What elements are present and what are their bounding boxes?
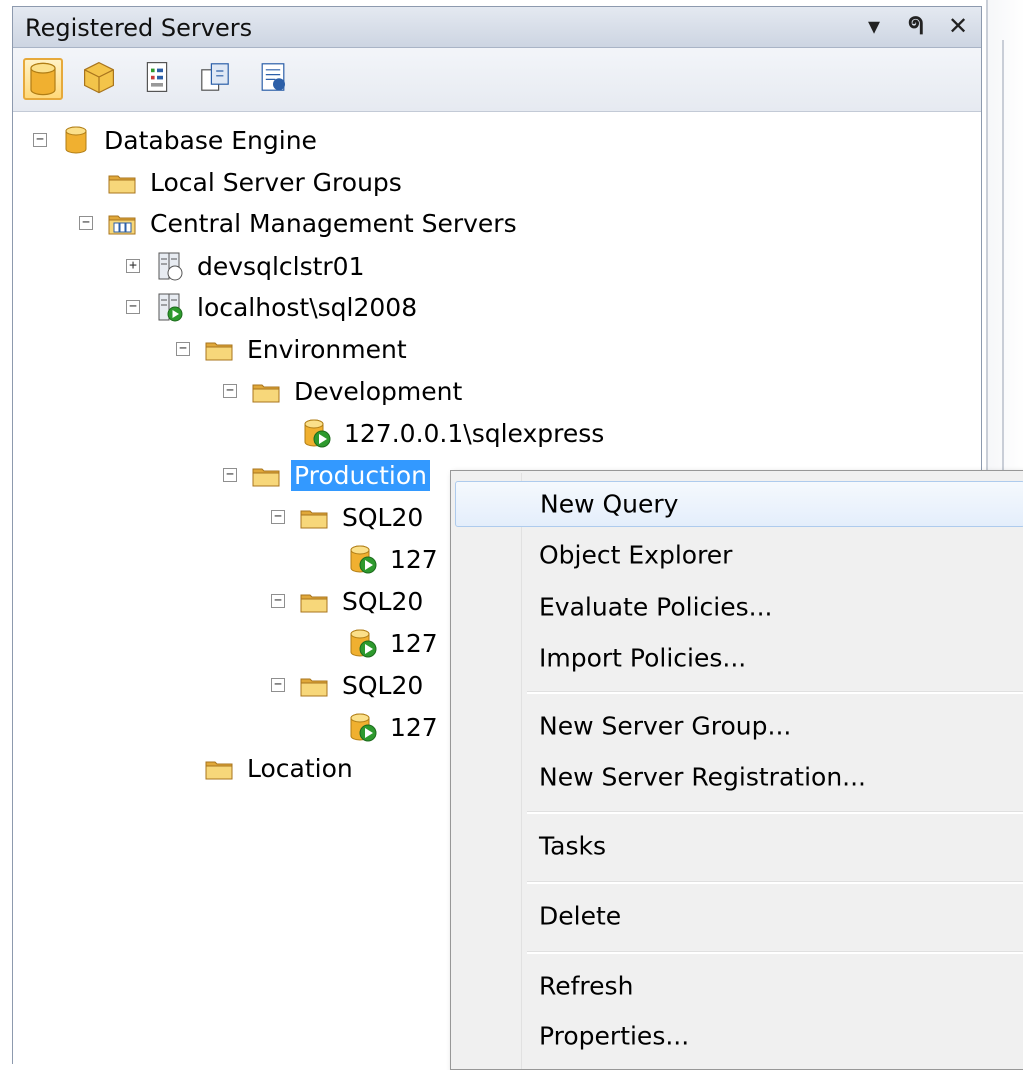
expand-icon[interactable]: + — [126, 259, 140, 273]
tree-node-sql-group-2-server[interactable]: 127 — [319, 623, 441, 663]
folder-icon — [251, 376, 281, 406]
folder-icon — [204, 334, 234, 364]
folder-icon — [299, 502, 329, 532]
window-position-dropdown-icon[interactable]: ▾ — [868, 11, 880, 41]
tree-node-label: Database Engine — [104, 125, 317, 155]
menu-separator — [527, 881, 1023, 884]
collapse-icon[interactable]: − — [33, 133, 47, 147]
tree-node-central-management-servers[interactable]: − Central Management Servers — [79, 203, 520, 243]
menu-item-import-policies[interactable]: Import Policies... — [455, 635, 1023, 681]
tree-node-environment[interactable]: − Environment — [176, 329, 410, 369]
auto-hide-pin-icon[interactable]: ᖗ — [908, 11, 924, 41]
tree-node-sql-group-3[interactable]: − SQL20 — [271, 665, 426, 705]
tree-node-label: devsqlclstr01 — [197, 251, 365, 281]
tree-node-label: Central Management Servers — [150, 208, 517, 238]
tree-node-label: 127 — [390, 544, 438, 574]
tree-node-label: 127 — [390, 628, 438, 658]
tree-node-development[interactable]: − Development — [223, 371, 465, 411]
tree-node-label: Environment — [247, 334, 407, 364]
close-icon[interactable]: ✕ — [948, 11, 968, 41]
reporting-services-icon[interactable] — [139, 58, 179, 100]
tree-node-label: 127.0.0.1\sqlexpress — [344, 418, 605, 448]
panel-titlebar: Registered Servers ▾ ᖗ ✕ — [13, 7, 981, 48]
menu-item-new-server-registration[interactable]: New Server Registration... — [455, 754, 1023, 800]
collapse-icon[interactable]: − — [271, 678, 285, 692]
folder-icon — [107, 167, 137, 197]
tree-node-sql-group-1[interactable]: − SQL20 — [271, 497, 426, 537]
tree-node-label: Location — [247, 753, 353, 783]
folder-icon — [204, 753, 234, 783]
database-running-icon — [301, 418, 331, 448]
menu-item-tasks[interactable]: Tasks — [455, 823, 1023, 869]
collapse-icon[interactable]: − — [271, 594, 285, 608]
server-type-toolbar — [13, 48, 981, 112]
menu-item-label: New Query — [540, 489, 679, 519]
menu-item-new-server-group[interactable]: New Server Group... — [455, 703, 1023, 749]
tree-node-production[interactable]: − Production — [223, 455, 431, 495]
menu-item-delete[interactable]: Delete — [455, 893, 1023, 939]
menu-separator — [527, 811, 1023, 814]
collapse-icon[interactable]: − — [176, 342, 190, 356]
menu-item-properties[interactable]: Properties... — [455, 1013, 1023, 1059]
context-menu: New Query Object Explorer Evaluate Polic… — [450, 470, 1023, 1070]
tree-node-label: 127 — [390, 712, 438, 742]
menu-item-label: Import Policies... — [539, 643, 747, 673]
tree-node-label: SQL20 — [342, 586, 424, 616]
tree-node-database-engine[interactable]: − Database Engine — [33, 120, 320, 160]
tree-node-local-server-groups[interactable]: Local Server Groups — [79, 162, 405, 202]
menu-separator — [527, 691, 1023, 694]
menu-item-label: Refresh — [539, 971, 634, 1001]
database-icon — [61, 125, 91, 155]
tree-node-localhost-sql2008[interactable]: − localhost\sql2008 — [126, 287, 420, 327]
tree-node-label: localhost\sql2008 — [197, 292, 418, 322]
menu-item-label: New Server Group... — [539, 711, 792, 741]
database-engine-icon[interactable] — [23, 58, 63, 100]
tree-node-location[interactable]: Location — [176, 748, 356, 788]
folder-icon — [299, 670, 329, 700]
menu-item-label: New Server Registration... — [539, 762, 867, 792]
tree-node-dev-server[interactable]: 127.0.0.1\sqlexpress — [273, 413, 607, 453]
menu-item-refresh[interactable]: Refresh — [455, 963, 1023, 1009]
menu-item-label: Evaluate Policies... — [539, 592, 773, 622]
server-group-folder-icon — [107, 208, 137, 238]
tree-node-label: SQL20 — [342, 502, 424, 532]
menu-item-label: Tasks — [539, 831, 606, 861]
integration-services-icon[interactable] — [197, 58, 237, 100]
menu-separator — [527, 951, 1023, 954]
menu-item-label: Delete — [539, 901, 622, 931]
menu-item-evaluate-policies[interactable]: Evaluate Policies... — [455, 584, 1023, 630]
folder-icon — [251, 460, 281, 490]
database-running-icon — [347, 544, 377, 574]
server-running-icon — [154, 292, 184, 322]
folder-icon — [299, 586, 329, 616]
collapse-icon[interactable]: − — [223, 468, 237, 482]
tree-node-sql-group-2[interactable]: − SQL20 — [271, 581, 426, 621]
analysis-services-icon[interactable] — [81, 58, 121, 100]
panel-title: Registered Servers — [25, 14, 253, 42]
database-running-icon — [347, 628, 377, 658]
menu-item-label: Object Explorer — [539, 540, 733, 570]
collapse-icon[interactable]: − — [271, 510, 285, 524]
server-icon — [154, 251, 184, 281]
tree-node-sql-group-1-server[interactable]: 127 — [319, 539, 441, 579]
collapse-icon[interactable]: − — [126, 300, 140, 314]
tree-node-sql-group-3-server[interactable]: 127 — [319, 707, 441, 747]
menu-item-label: Properties... — [539, 1021, 690, 1051]
tree-node-label-selected: Production — [291, 459, 431, 491]
database-running-icon — [347, 712, 377, 742]
menu-item-object-explorer[interactable]: Object Explorer — [455, 532, 1023, 578]
sql-compact-icon[interactable] — [255, 58, 295, 100]
menu-item-new-query[interactable]: New Query — [455, 481, 1023, 527]
tree-node-label: SQL20 — [342, 670, 424, 700]
tree-node-devsqlclstr01[interactable]: + devsqlclstr01 — [126, 246, 368, 286]
tree-node-label: Local Server Groups — [150, 167, 402, 197]
collapse-icon[interactable]: − — [79, 216, 93, 230]
tree-node-label: Development — [294, 376, 463, 406]
collapse-icon[interactable]: − — [223, 384, 237, 398]
